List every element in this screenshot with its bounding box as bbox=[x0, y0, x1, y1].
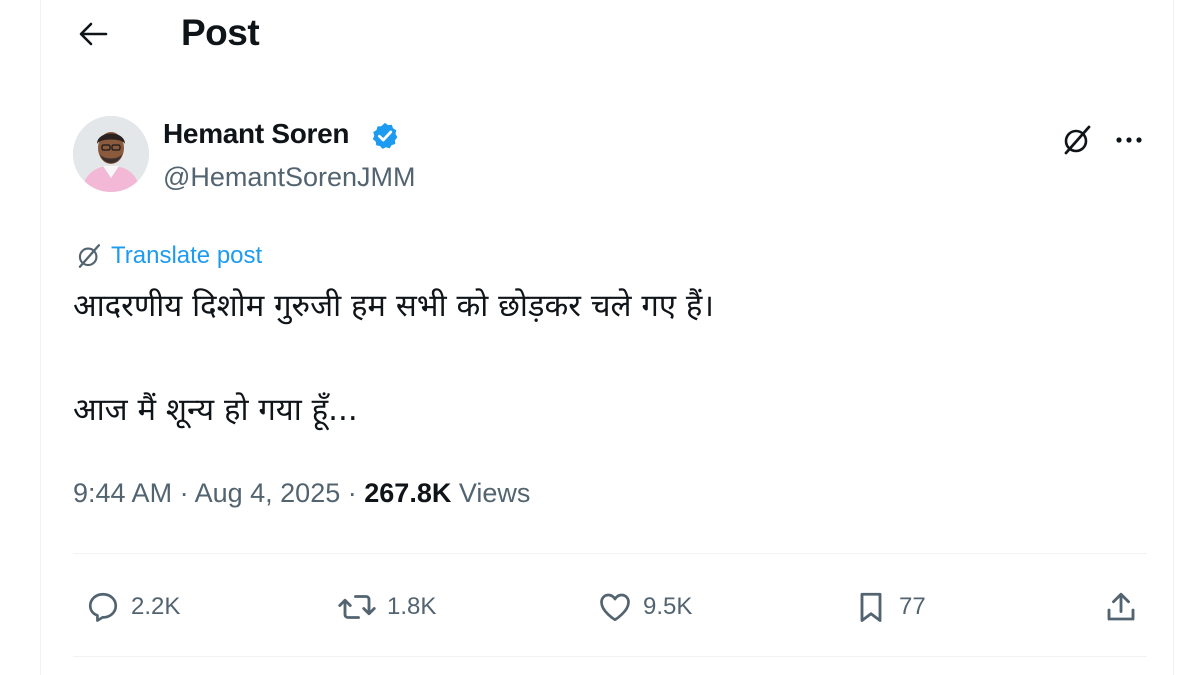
reply-count: 2.2K bbox=[131, 593, 181, 620]
post-meta: 9:44 AM · Aug 4, 2025 · 267.8K Views bbox=[73, 478, 530, 509]
post-date[interactable]: Aug 4, 2025 bbox=[195, 478, 341, 508]
repost-button[interactable]: 1.8K bbox=[337, 580, 436, 634]
like-icon bbox=[600, 593, 630, 622]
meta-separator: · bbox=[347, 478, 357, 508]
translate-label: Translate post bbox=[111, 242, 263, 269]
repost-count: 1.8K bbox=[387, 593, 437, 620]
post-column: Post Hemant Soren @HemantSorenJMM Transl… bbox=[40, 0, 1174, 675]
author-handle[interactable]: @HemantSorenJMM bbox=[163, 162, 415, 193]
author-name[interactable]: Hemant Soren bbox=[163, 118, 350, 150]
translate-icon bbox=[78, 244, 101, 268]
header: Post bbox=[41, 0, 1173, 64]
repost-icon bbox=[338, 595, 376, 619]
post-time[interactable]: 9:44 AM bbox=[73, 478, 172, 508]
avatar-image bbox=[73, 116, 149, 192]
meta-separator: · bbox=[179, 478, 189, 508]
post-text: आदरणीय दिशोम गुरुजी हम सभी को छोड़कर चले… bbox=[73, 288, 715, 428]
back-arrow-icon bbox=[79, 22, 108, 46]
action-bar: 2.2K 1.8K 9.5K 77 bbox=[73, 580, 1147, 634]
translate-post-link[interactable]: Translate post bbox=[75, 242, 262, 270]
verified-badge-icon bbox=[372, 122, 398, 149]
like-button[interactable]: 9.5K bbox=[597, 580, 692, 634]
bookmark-count: 77 bbox=[899, 593, 926, 620]
grok-button[interactable] bbox=[1057, 120, 1097, 160]
more-options-button[interactable] bbox=[1109, 120, 1149, 160]
views-label: Views bbox=[458, 478, 531, 508]
bookmark-icon bbox=[860, 592, 882, 622]
share-button[interactable] bbox=[1103, 580, 1139, 634]
page-title: Post bbox=[181, 12, 260, 53]
reply-icon bbox=[88, 592, 118, 622]
divider bbox=[73, 553, 1147, 554]
more-icon bbox=[1116, 137, 1142, 143]
like-count: 9.5K bbox=[643, 593, 693, 620]
share-icon bbox=[1107, 592, 1135, 621]
views-count: 267.8K bbox=[364, 478, 452, 508]
divider bbox=[73, 656, 1147, 657]
reply-button[interactable]: 2.2K bbox=[85, 580, 180, 634]
grok-icon bbox=[1064, 125, 1091, 155]
avatar[interactable] bbox=[73, 116, 149, 192]
back-button[interactable] bbox=[73, 14, 113, 54]
bookmark-button[interactable]: 77 bbox=[853, 580, 926, 634]
